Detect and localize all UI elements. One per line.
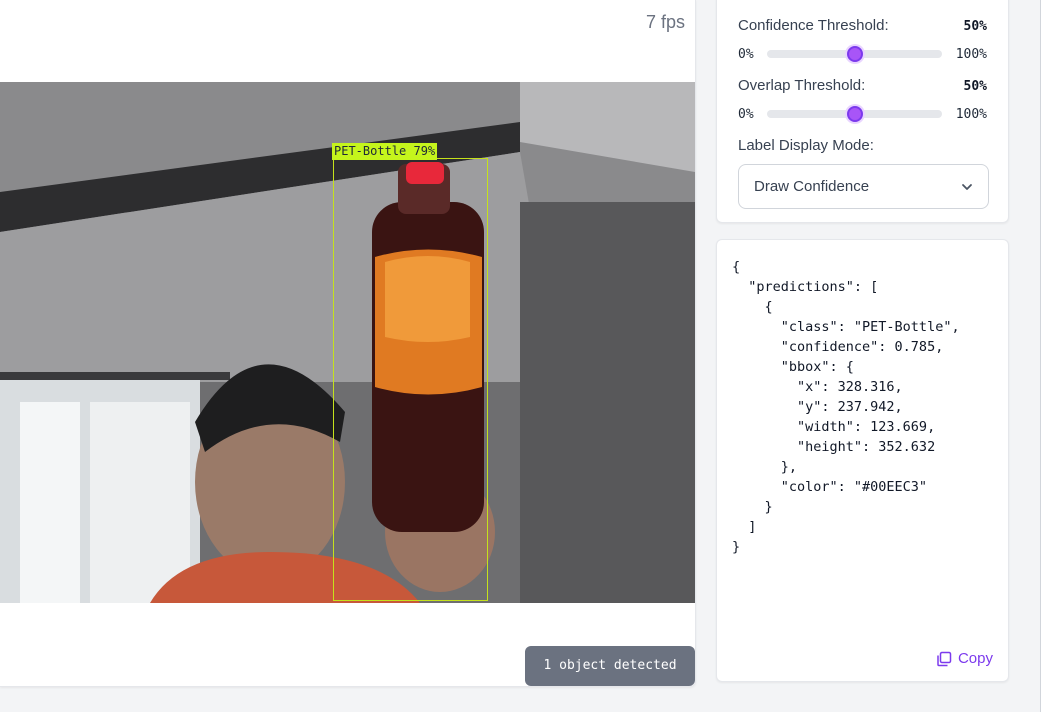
overlap-max: 100% (955, 107, 987, 122)
settings-card: Confidence Threshold: 50% 0% 100% Overla… (716, 0, 1009, 223)
overlap-value: 50% (963, 79, 987, 94)
confidence-max: 100% (955, 47, 987, 62)
confidence-min: 0% (738, 47, 754, 62)
label-mode-value: Draw Confidence (754, 178, 870, 195)
copy-button[interactable]: Copy (936, 650, 993, 667)
detection-label: PET-Bottle 79% (332, 143, 438, 160)
overlap-slider-thumb[interactable] (846, 106, 863, 122)
json-output: { "predictions": [ { "class": "PET-Bottl… (732, 259, 960, 555)
overlap-label: Overlap Threshold: (738, 77, 866, 94)
chevron-down-icon (962, 184, 972, 190)
detection-box (333, 158, 488, 601)
confidence-value: 50% (963, 19, 987, 34)
label-mode-select[interactable]: Draw Confidence (738, 164, 989, 209)
overlap-slider[interactable] (767, 106, 942, 122)
scrollbar[interactable] (1040, 0, 1051, 712)
status-badge: 1 object detected (525, 646, 695, 686)
overlap-min: 0% (738, 107, 754, 122)
label-mode-label: Label Display Mode: (738, 137, 874, 154)
copy-icon (937, 651, 952, 666)
json-output-card: { "predictions": [ { "class": "PET-Bottl… (716, 239, 1009, 682)
video-panel: 7 fps PET-Bottle 79% 1 object detected (0, 0, 696, 687)
copy-label: Copy (957, 650, 993, 667)
confidence-label: Confidence Threshold: (738, 17, 889, 34)
confidence-slider[interactable] (767, 46, 942, 62)
fps-counter: 7 fps (645, 12, 685, 32)
confidence-slider-thumb[interactable] (846, 46, 863, 62)
